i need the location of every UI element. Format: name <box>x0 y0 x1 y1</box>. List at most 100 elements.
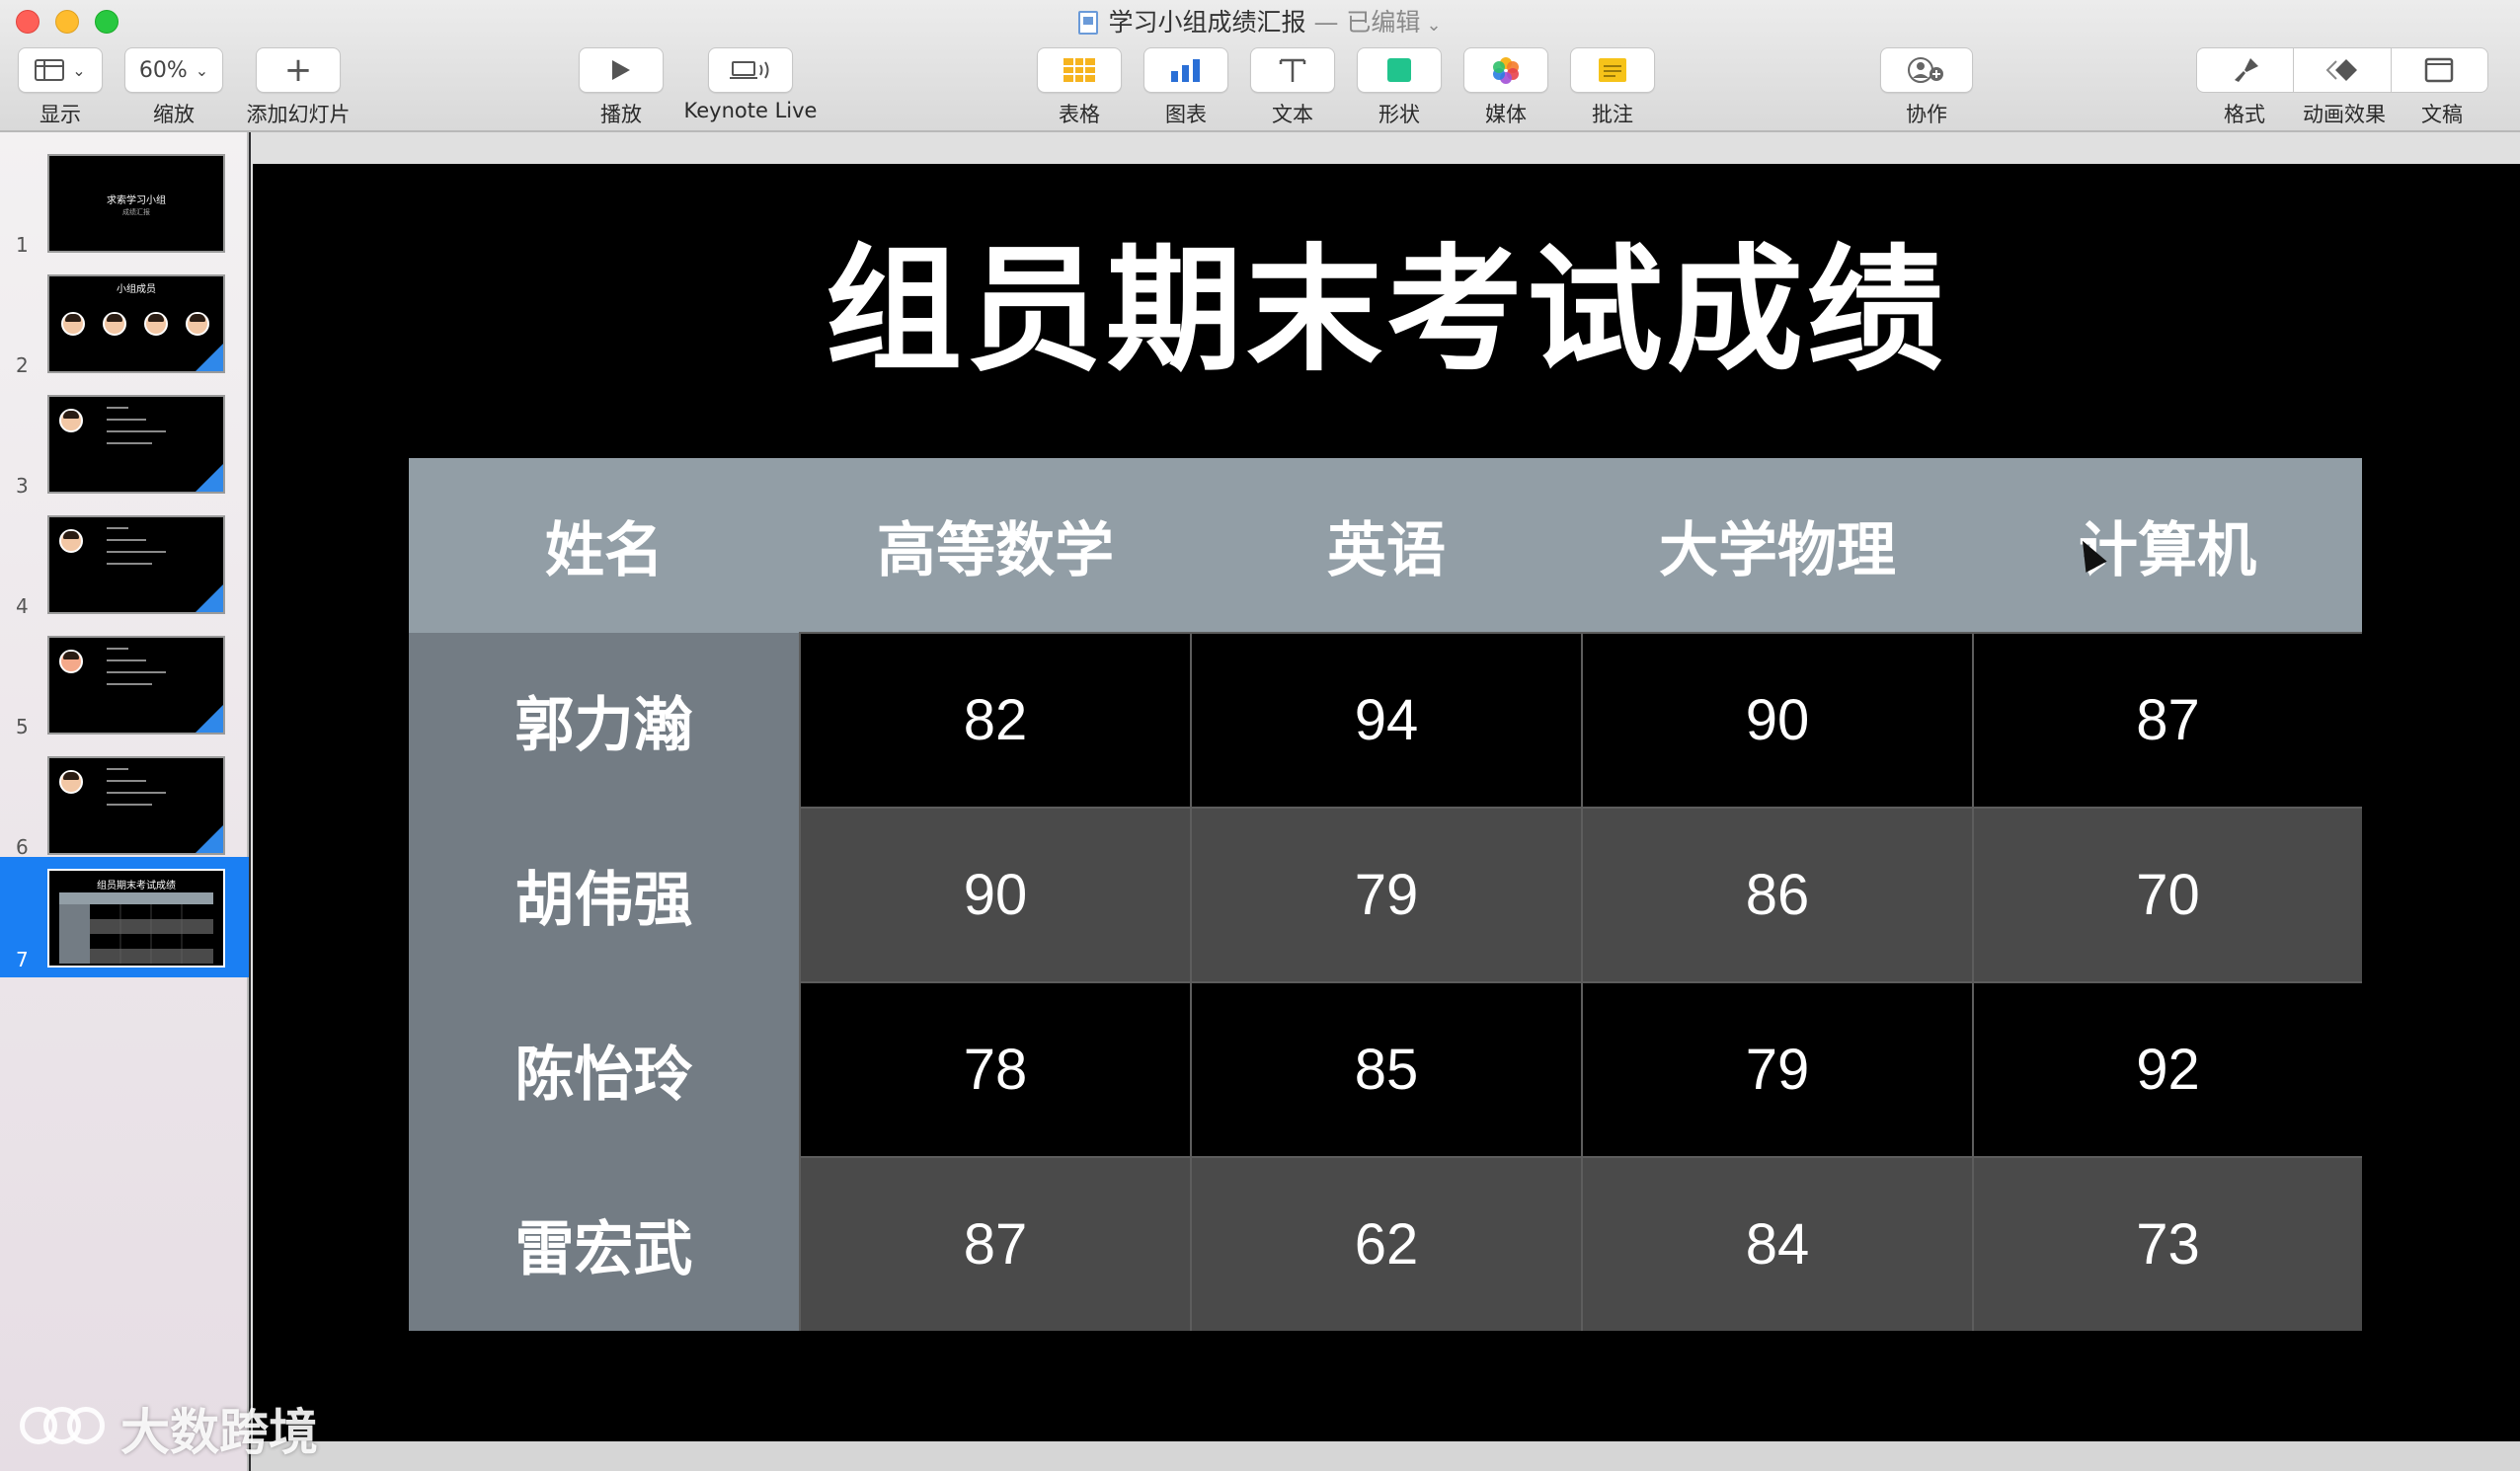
format-label: 格式 <box>2224 103 2265 126</box>
score-cell[interactable]: 87 <box>1972 632 2362 808</box>
score-cell[interactable]: 90 <box>799 807 1191 982</box>
student-name-cell[interactable]: 雷宏武 <box>409 1157 800 1331</box>
score-cell[interactable]: 94 <box>1190 632 1582 808</box>
insert-comment-button[interactable] <box>1570 47 1655 93</box>
animation-diamond-icon <box>2325 59 2357 81</box>
avatar-icon <box>59 650 83 673</box>
text-box-icon <box>1279 58 1306 82</box>
chevron-down-icon: ⌄ <box>195 60 209 80</box>
score-cell[interactable]: 87 <box>799 1156 1191 1331</box>
header-cell-physics[interactable]: 大学物理 <box>1582 458 1973 633</box>
slide-navigator: 求索学习小组 成绩汇报 1 小组成员 2 3 4 5 6 组员期末考试成绩 7 <box>0 132 249 1471</box>
watermark-logo-icon <box>14 1401 109 1456</box>
slide-preview: 小组成员 <box>47 274 225 373</box>
view-control: ⌄ 显示 <box>18 47 103 128</box>
insert-table-button[interactable] <box>1037 47 1122 93</box>
animate-button[interactable] <box>2294 48 2392 92</box>
score-cell[interactable]: 62 <box>1190 1156 1582 1331</box>
avatar-icon <box>61 312 85 336</box>
insert-chart-button[interactable] <box>1143 47 1228 93</box>
header-cell-math[interactable]: 高等数学 <box>800 458 1191 633</box>
shape-icon <box>1387 58 1411 82</box>
slide-thumbnail-7[interactable]: 组员期末考试成绩 7 <box>0 857 249 977</box>
mini-table-preview <box>59 892 213 964</box>
insert-text-button[interactable] <box>1250 47 1335 93</box>
sidebar-layout-icon <box>35 59 65 81</box>
slide-number: 6 <box>16 835 29 859</box>
slide-preview: 求索学习小组 成绩汇报 <box>47 154 225 253</box>
score-cell[interactable]: 79 <box>1581 981 1973 1157</box>
keynote-live-icon <box>730 61 769 79</box>
slide-thumbnail-6[interactable]: 6 <box>0 744 249 865</box>
photos-icon <box>1493 57 1519 84</box>
slide-preview <box>47 515 225 614</box>
play-icon <box>612 60 630 80</box>
watermark-text: 大数跨境 <box>120 1404 318 1461</box>
student-name-cell[interactable]: 陈怡玲 <box>409 982 800 1157</box>
score-cell[interactable]: 85 <box>1190 981 1582 1157</box>
add-person-icon <box>1908 57 1943 83</box>
chevron-down-icon[interactable]: ⌄ <box>1426 15 1441 36</box>
slide-thumbnail-1[interactable]: 求索学习小组 成绩汇报 1 <box>0 142 249 263</box>
student-name-cell[interactable]: 胡伟强 <box>409 808 800 982</box>
avatar-icon <box>144 312 168 336</box>
avatar-icon <box>59 770 83 794</box>
header-cell-computer[interactable]: 计算机 <box>1973 458 2362 633</box>
keynote-live-label: Keynote Live <box>683 99 818 122</box>
insert-shape-button[interactable] <box>1357 47 1442 93</box>
keynote-live-button[interactable] <box>708 47 793 93</box>
header-cell-english[interactable]: 英语 <box>1191 458 1582 633</box>
insert-media-button[interactable] <box>1463 47 1548 93</box>
score-cell[interactable]: 92 <box>1972 981 2362 1157</box>
shape-control: 形状 <box>1357 47 1442 128</box>
window-title[interactable]: 学习小组成绩汇报 — 已编辑 ⌄ <box>0 6 2520 42</box>
add-slide-label: 添加幻灯片 <box>246 103 351 126</box>
slide-thumbnail-3[interactable]: 3 <box>0 383 249 503</box>
collaborate-label: 协作 <box>1906 103 1947 126</box>
transition-badge-icon <box>196 825 223 853</box>
document-button[interactable] <box>2392 48 2487 92</box>
score-cell[interactable]: 79 <box>1190 807 1582 982</box>
add-slide-button[interactable]: + <box>256 47 341 93</box>
transition-badge-icon <box>196 464 223 492</box>
slide-number: 5 <box>16 715 29 738</box>
thumb-subtitle: 成绩汇报 <box>122 208 150 216</box>
student-name-cell[interactable]: 郭力瀚 <box>409 633 800 808</box>
header-cell-name[interactable]: 姓名 <box>409 458 800 633</box>
score-cell[interactable]: 78 <box>799 981 1191 1157</box>
chart-label: 图表 <box>1165 103 1207 126</box>
score-cell[interactable]: 82 <box>799 632 1191 808</box>
play-button[interactable] <box>579 47 664 93</box>
avatar-icon <box>103 312 126 336</box>
slide-thumbnail-4[interactable]: 4 <box>0 503 249 624</box>
text-label: 文本 <box>1272 103 1313 126</box>
score-cell[interactable]: 86 <box>1581 807 1973 982</box>
current-slide[interactable]: 组员期末考试成绩 姓名 高等数学 英语 大学物理 计算机 郭力瀚 82 94 9… <box>253 164 2520 1441</box>
table-header-row: 姓名 高等数学 英语 大学物理 计算机 <box>409 458 2362 633</box>
score-cell[interactable]: 73 <box>1972 1156 2362 1331</box>
score-table[interactable]: 姓名 高等数学 英语 大学物理 计算机 郭力瀚 82 94 90 87 胡伟强 … <box>409 458 2362 1331</box>
bar-chart-icon <box>1171 59 1200 82</box>
animate-label: 动画效果 <box>2303 103 2386 126</box>
score-cell[interactable]: 70 <box>1972 807 2362 982</box>
zoom-dropdown[interactable]: 60% ⌄ <box>124 47 223 93</box>
avatar-icon <box>59 409 83 432</box>
slide-title[interactable]: 组员期末考试成绩 <box>253 227 2520 395</box>
slide-number: 4 <box>16 594 29 618</box>
paintbrush-icon <box>2234 58 2258 82</box>
slide-thumbnail-5[interactable]: 5 <box>0 624 249 744</box>
thumb-title: 求索学习小组 <box>107 195 166 206</box>
play-label: 播放 <box>600 103 642 126</box>
slide-number: 2 <box>16 353 29 377</box>
slide-thumbnail-2[interactable]: 小组成员 2 <box>0 263 249 383</box>
zoom-control: 60% ⌄ 缩放 <box>124 47 223 128</box>
score-cell[interactable]: 90 <box>1581 632 1973 808</box>
slide-number: 7 <box>16 948 29 971</box>
play-control: 播放 <box>579 47 664 128</box>
watermark: 大数跨境 <box>14 1394 318 1463</box>
score-cell[interactable]: 84 <box>1581 1156 1973 1331</box>
format-button[interactable] <box>2197 48 2295 92</box>
comment-label: 批注 <box>1592 103 1633 126</box>
collaborate-button[interactable] <box>1880 47 1973 93</box>
view-button[interactable]: ⌄ <box>18 47 103 93</box>
